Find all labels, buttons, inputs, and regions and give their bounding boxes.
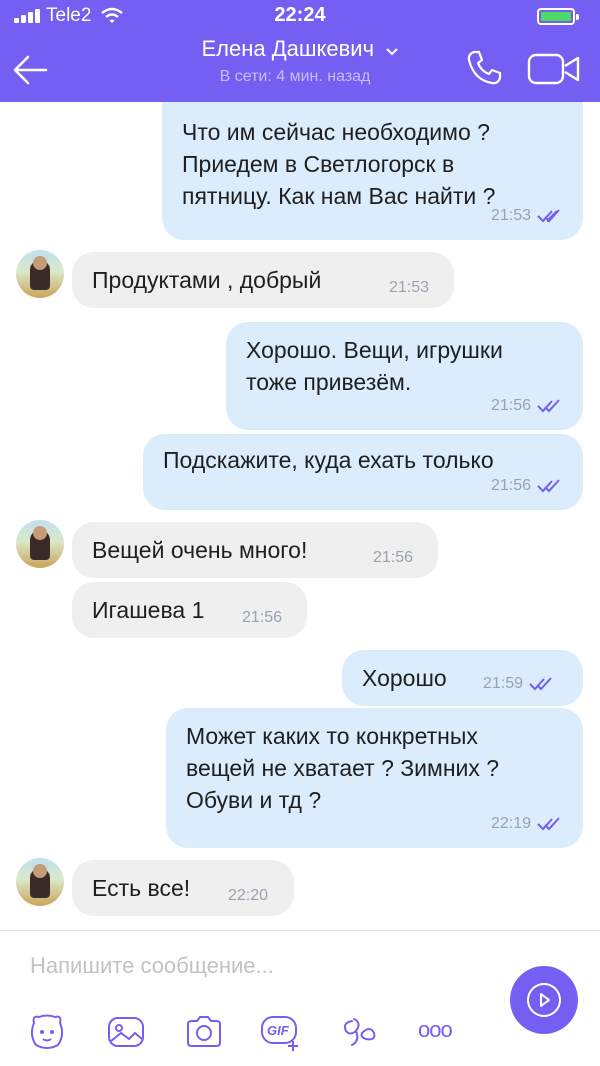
message-text: Подскажите, куда ехать только bbox=[163, 447, 494, 473]
contact-title[interactable]: Елена Дашкевич В сети: 4 мин. назад bbox=[150, 36, 450, 86]
message-time: 21:56 bbox=[490, 477, 531, 494]
camera-icon[interactable] bbox=[183, 1011, 225, 1053]
message-text: Хорошо bbox=[362, 665, 447, 691]
message-text: Продуктами , добрый bbox=[92, 267, 322, 293]
message-text: Хорошо. Вещи, игрушки тоже привезём. bbox=[246, 337, 503, 395]
gif-label: GIF bbox=[267, 1023, 289, 1038]
message-time: 21:53 bbox=[490, 207, 531, 224]
battery-icon bbox=[537, 8, 579, 25]
message-bubble-outgoing[interactable]: Может каких то конкретных вещей не хвата… bbox=[166, 708, 583, 848]
message-text: Есть все! bbox=[92, 875, 191, 901]
read-ticks-icon bbox=[537, 209, 560, 223]
message-bubble-outgoing[interactable]: Хорошо. Вещи, игрушки тоже привезём. 21:… bbox=[226, 322, 583, 430]
message-bubble-incoming[interactable]: Продуктами , добрый 21:53 bbox=[72, 252, 454, 308]
message-time: 22:19 bbox=[490, 815, 531, 832]
message-time: 21:56 bbox=[490, 397, 531, 414]
presence-status: В сети: 4 мин. назад bbox=[219, 68, 371, 85]
contact-avatar[interactable] bbox=[16, 858, 64, 906]
message-time: 21:53 bbox=[389, 279, 430, 296]
gallery-icon[interactable] bbox=[105, 1011, 147, 1053]
message-bubble-outgoing[interactable]: Хорошо 21:59 bbox=[342, 650, 583, 706]
message-text: Вещей очень много! bbox=[92, 537, 308, 563]
chevron-down-icon bbox=[385, 48, 398, 56]
message-text: Игашева 1 bbox=[92, 597, 205, 623]
more-icon[interactable]: ooo bbox=[416, 1011, 458, 1053]
read-ticks-icon bbox=[529, 677, 552, 691]
message-bubble-incoming[interactable]: Есть все! 22:20 bbox=[72, 860, 294, 916]
message-time: 21:56 bbox=[373, 549, 414, 566]
doodle-icon[interactable] bbox=[338, 1011, 380, 1053]
message-bubble-incoming[interactable]: Игашева 1 21:56 bbox=[72, 582, 307, 638]
message-list[interactable]: Что им сейчас необходимо ? Приедем в Све… bbox=[0, 0, 600, 930]
send-icon bbox=[527, 983, 561, 1017]
video-call-icon[interactable] bbox=[526, 52, 582, 86]
read-ticks-icon bbox=[537, 817, 560, 831]
read-ticks-icon bbox=[537, 399, 560, 413]
message-time: 21:59 bbox=[483, 675, 524, 692]
send-button[interactable] bbox=[510, 966, 578, 1034]
gif-icon[interactable]: GIF bbox=[260, 1011, 302, 1053]
message-input[interactable]: Напишите сообщение... bbox=[30, 953, 274, 979]
sticker-icon[interactable] bbox=[26, 1011, 68, 1053]
message-composer: Напишите сообщение... GIF ooo bbox=[0, 930, 600, 1066]
contact-avatar[interactable] bbox=[16, 250, 64, 298]
contact-avatar[interactable] bbox=[16, 520, 64, 568]
back-arrow-icon[interactable] bbox=[10, 50, 50, 90]
contact-name: Елена Дашкевич bbox=[201, 36, 375, 61]
clock: 22:24 bbox=[274, 4, 326, 26]
chat-header: Tele2 22:24 Елена Дашкевич В сети: 4 мин… bbox=[0, 0, 600, 102]
phone-icon[interactable] bbox=[464, 48, 504, 88]
message-bubble-outgoing[interactable]: Подскажите, куда ехать только 21:56 bbox=[143, 434, 583, 510]
status-bar: Tele2 22:24 bbox=[0, 0, 600, 32]
message-bubble-incoming[interactable]: Вещей очень много! 21:56 bbox=[72, 522, 438, 578]
message-text: Что им сейчас необходимо ? Приедем в Све… bbox=[182, 119, 496, 209]
message-time: 22:20 bbox=[228, 887, 269, 904]
message-time: 21:56 bbox=[242, 609, 283, 626]
more-label: ooo bbox=[418, 1017, 453, 1042]
read-ticks-icon bbox=[537, 479, 560, 493]
message-text: Может каких то конкретных вещей не хвата… bbox=[186, 723, 500, 813]
